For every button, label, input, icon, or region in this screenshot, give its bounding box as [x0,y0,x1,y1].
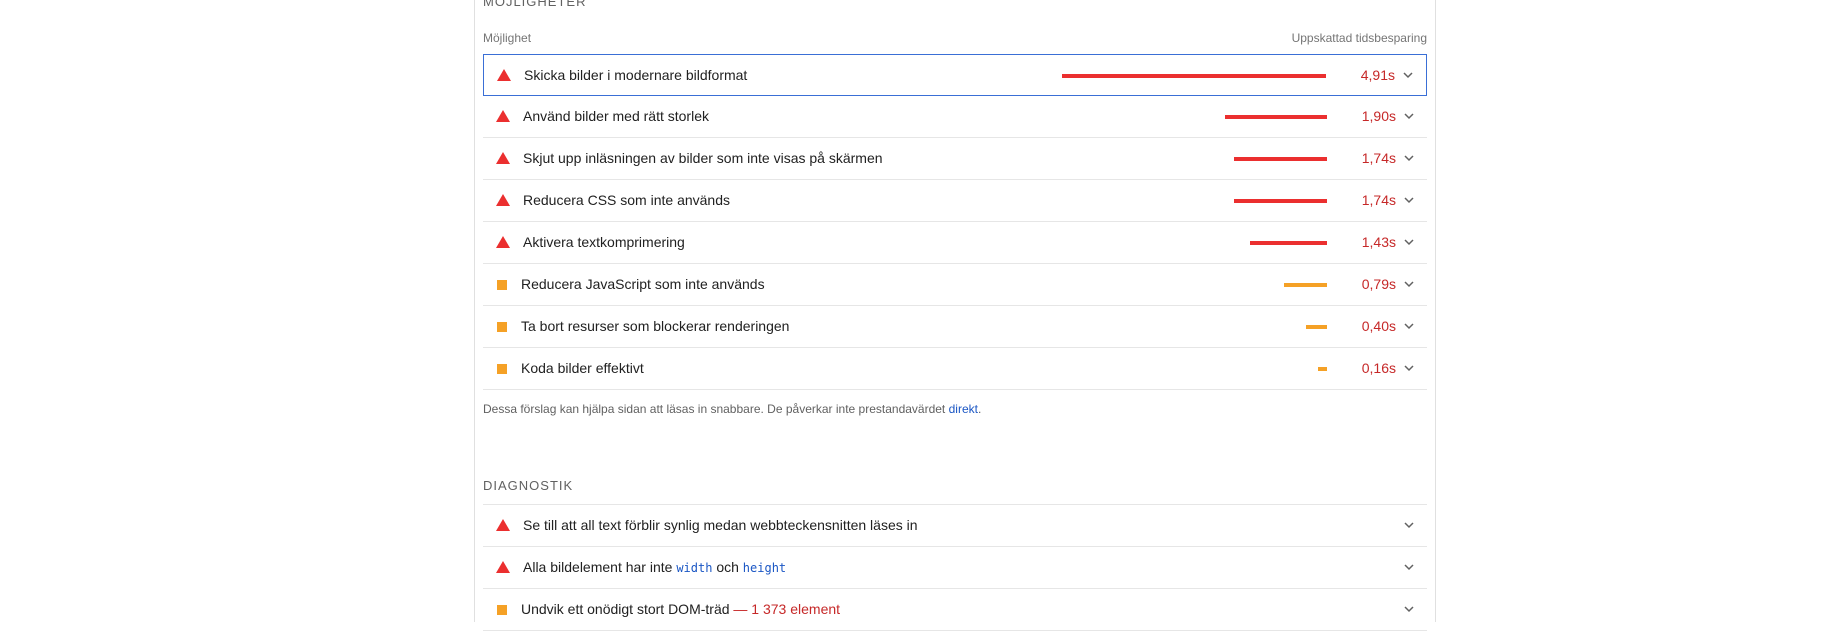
footnote-text: Dessa förslag kan hjälpa sidan att läsas… [483,402,946,416]
opportunity-title: Använd bilder med rätt storlek [523,108,709,124]
savings-value: 1,43s [1361,234,1396,250]
diagnostic-dom-title: Undvik ett onödigt stort DOM-träd [521,601,730,617]
diagnostics-list: Se till att all text förblir synlig meda… [483,504,1427,631]
orange-square-icon [496,603,510,617]
savings-bar [1318,367,1327,371]
opportunity-item-unused-javascript[interactable]: Reducera JavaScript som inte används 0,7… [483,264,1427,306]
diagnostic-text-pre: Alla bildelement har inte [523,559,673,575]
opportunity-title: Skjut upp inläsningen av bilder som inte… [523,150,883,166]
orange-square-icon [496,278,510,292]
warning-triangle-icon [496,152,510,166]
opportunities-footnote: Dessa förslag kan hjälpa sidan att läsas… [483,402,981,416]
savings-value: 0,40s [1361,318,1396,334]
chevron-down-icon[interactable] [1403,194,1415,206]
diagnostic-title: Undvik ett onödigt stort DOM-träd — 1 37… [521,601,840,617]
opportunity-item-render-blocking[interactable]: Ta bort resurser som blockerar rendering… [483,306,1427,348]
opportunity-title: Reducera CSS som inte används [523,192,730,208]
savings-bar [1234,157,1327,161]
chevron-down-icon[interactable] [1403,278,1415,290]
diagnostic-item-image-dimensions[interactable]: Alla bildelement har inte width och heig… [483,547,1427,589]
opportunity-item-unused-css[interactable]: Reducera CSS som inte används 1,74s [483,180,1427,222]
savings-bar [1306,325,1327,329]
opportunities-list: Skicka bilder i modernare bildformat 4,9… [483,54,1427,390]
warning-triangle-icon [497,69,511,83]
code-height: height [742,561,787,575]
opportunity-title: Aktivera textkomprimering [523,234,685,250]
opportunity-title: Skicka bilder i modernare bildformat [524,67,748,83]
diagnostic-item-dom-size[interactable]: Undvik ett onödigt stort DOM-träd — 1 37… [483,589,1427,631]
warning-triangle-icon [496,194,510,208]
savings-bar [1284,283,1327,287]
opportunity-column-header: Möjlighet [483,31,532,45]
orange-square-icon [496,362,510,376]
savings-bar [1234,199,1327,203]
savings-value: 1,74s [1361,150,1396,166]
opportunities-section-title: MÖJLIGHETER [483,0,587,9]
savings-value: 1,90s [1361,108,1396,124]
chevron-down-icon[interactable] [1403,362,1415,374]
savings-column-header: Uppskattad tidsbesparing [1291,31,1427,45]
opportunity-item-properly-size-images[interactable]: Använd bilder med rätt storlek 1,90s [483,96,1427,138]
diagnostic-title: Alla bildelement har inte width och heig… [523,559,786,575]
chevron-down-icon[interactable] [1403,110,1415,122]
chevron-down-icon[interactable] [1403,236,1415,248]
diagnostic-item-font-display[interactable]: Se till att all text förblir synlig meda… [483,505,1427,547]
warning-triangle-icon [496,519,510,533]
chevron-down-icon[interactable] [1403,603,1415,615]
opportunity-item-offscreen-images[interactable]: Skjut upp inläsningen av bilder som inte… [483,138,1427,180]
footnote-end: . [977,402,982,416]
code-width: width [676,561,713,575]
opportunity-item-modern-image-formats[interactable]: Skicka bilder i modernare bildformat 4,9… [483,54,1427,96]
audit-panel: MÖJLIGHETER Möjlighet Uppskattad tidsbes… [474,0,1436,631]
savings-bar [1250,241,1327,245]
diagnostic-text-mid: och [716,559,739,575]
footnote-link-direkt[interactable]: direkt [949,402,978,416]
savings-bar [1225,115,1327,119]
warning-triangle-icon [496,110,510,124]
savings-bar [1062,74,1326,78]
opportunity-title: Ta bort resurser som blockerar rendering… [521,318,790,334]
diagnostics-section-title: DIAGNOSTIK [483,478,574,493]
savings-value: 0,79s [1361,276,1396,292]
savings-value: 0,16s [1361,360,1396,376]
chevron-down-icon[interactable] [1403,320,1415,332]
warning-triangle-icon [496,236,510,250]
savings-value: 1,74s [1361,192,1396,208]
chevron-down-icon[interactable] [1402,69,1414,81]
opportunity-item-text-compression[interactable]: Aktivera textkomprimering 1,43s [483,222,1427,264]
opportunity-item-encode-images[interactable]: Koda bilder effektivt 0,16s [483,348,1427,390]
chevron-down-icon[interactable] [1403,152,1415,164]
warning-triangle-icon [496,561,510,575]
opportunity-title: Reducera JavaScript som inte används [521,276,765,292]
opportunity-title: Koda bilder effektivt [521,360,644,376]
orange-square-icon [496,320,510,334]
savings-value: 4,91s [1360,67,1395,83]
chevron-down-icon[interactable] [1403,519,1415,531]
chevron-down-icon[interactable] [1403,561,1415,573]
dom-element-count: — 1 373 element [733,601,841,617]
diagnostic-title: Se till att all text förblir synlig meda… [523,517,918,533]
